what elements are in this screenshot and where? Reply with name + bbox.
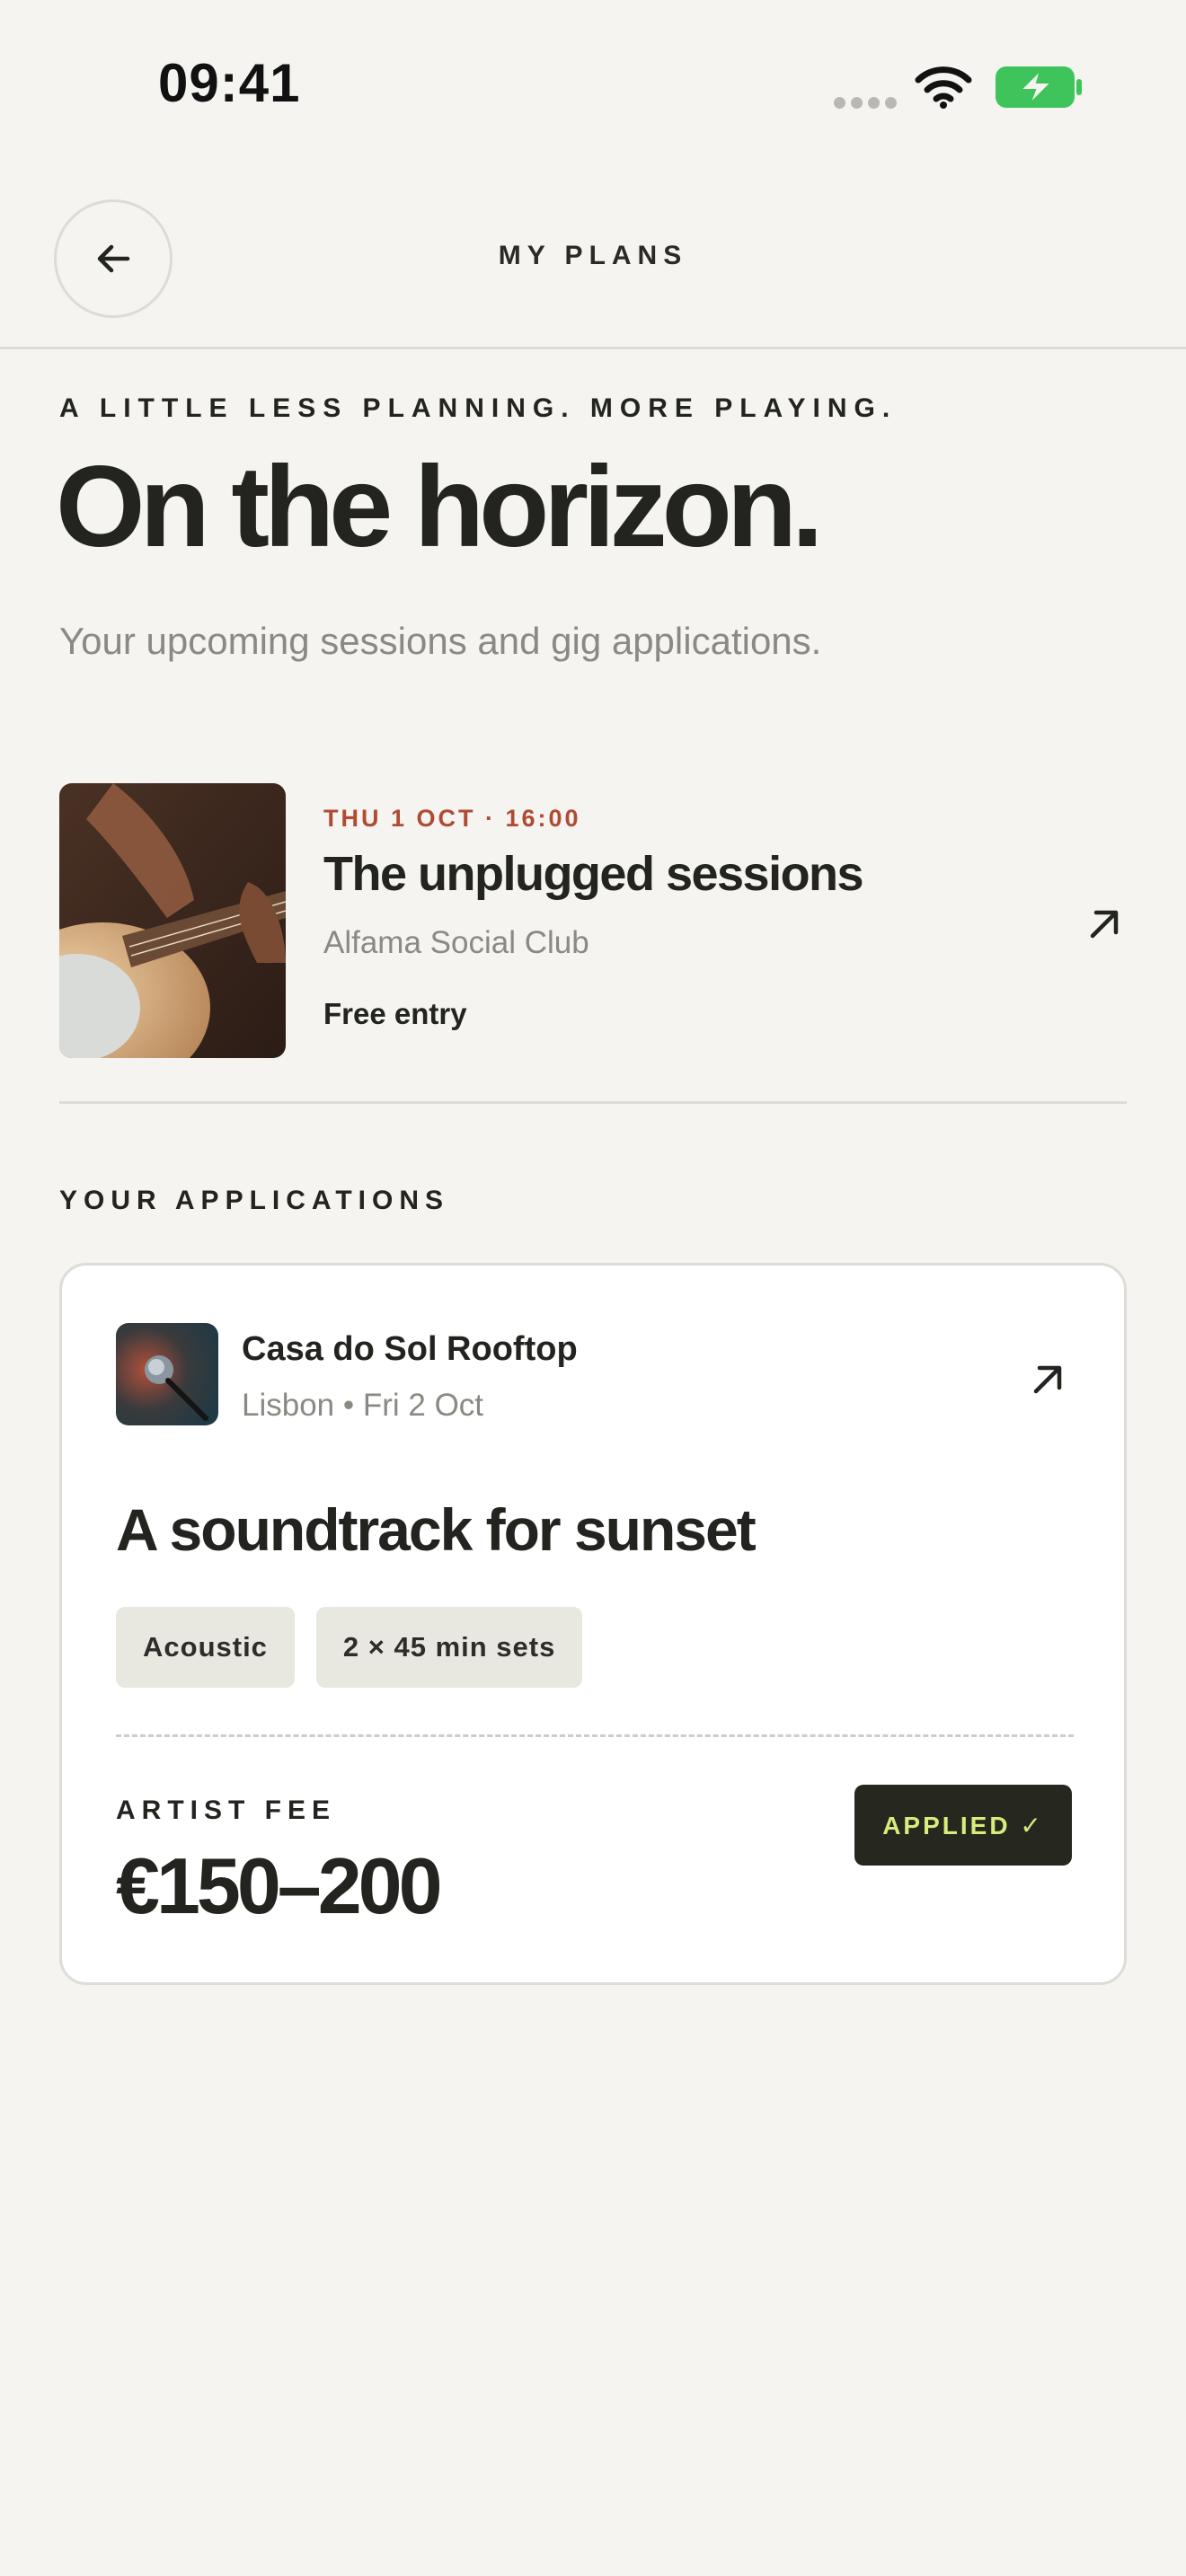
my-plans-screen: 09:41 MY PLANS A LITTLE LESS PLANNING. M… — [0, 0, 1186, 2576]
hero-subtitle: Your upcoming sessions and gig applicati… — [59, 620, 822, 662]
session-venue: Alfama Social Club — [323, 925, 589, 960]
session-title: The unplugged sessions — [323, 847, 864, 901]
session-datetime: THU 1 OCT · 16:00 — [323, 805, 581, 832]
page-title: MY PLANS — [498, 241, 688, 270]
section-divider — [59, 1101, 1127, 1104]
fee-label: ARTIST FEE — [116, 1795, 337, 1825]
guitar-photo — [59, 783, 286, 1058]
application-title: A soundtrack for sunset — [116, 1496, 757, 1563]
application-meta: Lisbon • Fri 2 Oct — [242, 1388, 484, 1423]
upcoming-session-card[interactable]: THU 1 OCT · 16:00 The unplugged sessions… — [59, 783, 1127, 1062]
fee-value: €150–200 — [116, 1841, 443, 1930]
status-time: 09:41 — [158, 53, 301, 113]
application-card[interactable]: Casa do Sol Rooftop Lisbon • Fri 2 Oct A… — [59, 1263, 1127, 1985]
arrow-up-right-icon[interactable] — [1023, 1355, 1072, 1404]
microphone-photo — [116, 1323, 218, 1425]
tag-sets: 2 × 45 min sets — [315, 1607, 583, 1688]
battery-charging-icon — [996, 66, 1082, 108]
status-badge: APPLIED ✓ — [854, 1785, 1072, 1866]
tag-genre: Acoustic — [116, 1607, 295, 1688]
session-price: Free entry — [323, 997, 467, 1030]
tag-list: Acoustic 2 × 45 min sets — [116, 1607, 583, 1688]
header-divider — [0, 347, 1186, 349]
cellular-signal-icon — [834, 97, 897, 110]
wifi-icon — [915, 66, 972, 109]
application-venue: Casa do Sol Rooftop — [242, 1330, 578, 1368]
dashed-divider — [116, 1734, 1074, 1737]
applications-heading: YOUR APPLICATIONS — [59, 1186, 450, 1215]
status-bar: 09:41 — [0, 0, 1186, 171]
hero-title: On the horizon. — [56, 443, 824, 571]
arrow-up-right-icon[interactable] — [1080, 900, 1128, 948]
hero-eyebrow: A LITTLE LESS PLANNING. MORE PLAYING. — [59, 393, 898, 423]
